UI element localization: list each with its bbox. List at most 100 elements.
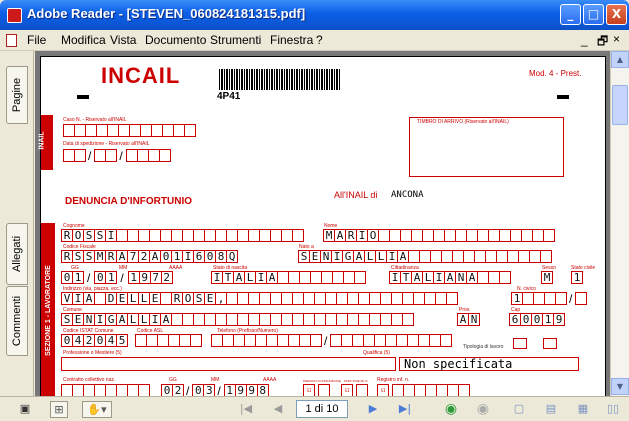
- sezione-label: SEZIONE 1 - LAVORATORE: [44, 265, 52, 356]
- tab-commenti[interactable]: Commenti: [6, 286, 28, 356]
- tab-allegati[interactable]: Allegati: [6, 223, 28, 285]
- contratto-label: Contratto collettivo naz.: [63, 377, 116, 383]
- professione-field: [61, 357, 396, 371]
- nome-cells: MARIO: [323, 229, 555, 242]
- assunzione-mm-label: MM: [211, 377, 220, 383]
- tipologia-box-2: [543, 338, 557, 349]
- istat-cells: 042045: [61, 334, 128, 347]
- contratto-cells: [61, 384, 150, 396]
- assunzione-gg-label: GG: [169, 377, 177, 383]
- periodo-cells: SI: [303, 384, 330, 396]
- go-forward-icon[interactable]: ◉: [474, 401, 492, 418]
- part-time-si: SI: [341, 384, 353, 396]
- registration-mark: [77, 95, 89, 99]
- hand-tool-icon[interactable]: ✋▾: [82, 401, 112, 418]
- model-number: Mod. 4 - Prest.: [529, 69, 582, 78]
- cf-cells: RSSMRA72A01I608Q: [61, 250, 238, 263]
- page-number-field[interactable]: 1 di 10: [296, 400, 348, 418]
- tab-pagine-label: Pagine: [11, 77, 23, 113]
- sesso-cell: M: [541, 271, 553, 284]
- cap-cells: 60019: [509, 313, 565, 326]
- periodo-label: PERIODO DI ASSUNZIONE: [303, 379, 341, 383]
- caso-label: Caso N. - Riservato all'INAIL: [63, 117, 127, 123]
- doc-restore-button[interactable]: 🗗: [597, 32, 608, 53]
- telefono-cells: /: [211, 334, 453, 348]
- menu-strumenti[interactable]: Strumenti: [210, 33, 261, 47]
- inail-side-label: INAIL: [38, 131, 46, 150]
- maximize-button[interactable]: □: [583, 4, 604, 25]
- data-spedizione-cells: / /: [63, 149, 171, 163]
- pdf-page: INCAIL 4P41 Mod. 4 - Prest. INAIL Caso N…: [38, 56, 606, 396]
- page-layout-icon[interactable]: ▣: [16, 401, 34, 418]
- continuous-icon[interactable]: ▤: [542, 401, 560, 418]
- adobe-reader-icon: [7, 8, 22, 23]
- close-button[interactable]: X: [606, 4, 627, 25]
- nascita-cells: 0 1/0 1/1 9 7 2: [61, 271, 173, 285]
- menu-vista[interactable]: Vista: [110, 33, 136, 47]
- document-view[interactable]: INCAIL 4P41 Mod. 4 - Prest. INAIL Caso N…: [35, 51, 610, 396]
- first-page-icon[interactable]: |◀: [237, 401, 255, 418]
- data-spedizione-label: Data di spedizione - Riservato all'INAIL: [63, 141, 150, 147]
- tipologia-box-1: [513, 338, 527, 349]
- tipologia-label: Tipologia di lavoro: [463, 344, 504, 350]
- prov-cells: AN: [457, 313, 480, 326]
- cognome-cells: ROSSI: [61, 229, 304, 242]
- acrobat-window: Adobe Reader - [STEVEN_060824181315.pdf]…: [0, 0, 629, 421]
- comune-cells: SENIGALLIA: [61, 313, 414, 326]
- cittadinanza-cells: ITALIANA: [389, 271, 511, 284]
- sede-value: ANCONA: [391, 190, 424, 200]
- qualifica-label: Qualifica (5): [363, 350, 390, 356]
- timbro-box: [409, 117, 564, 177]
- denuncia-title: DENUNCIA D'INFORTUNIO: [65, 196, 193, 207]
- barcode: [219, 69, 341, 90]
- continuous-facing-icon[interactable]: ▦: [574, 401, 592, 418]
- scroll-thumb[interactable]: [612, 85, 628, 125]
- facing-icon[interactable]: ▯▯: [604, 401, 622, 418]
- go-back-icon[interactable]: ◉: [442, 401, 460, 418]
- page-view-icon[interactable]: ⊞: [50, 401, 68, 418]
- menu-finestra[interactable]: Finestra: [270, 33, 313, 47]
- title-bar[interactable]: Adobe Reader - [STEVEN_060824181315.pdf]…: [0, 0, 629, 30]
- all-inail-label: All'INAIL di: [334, 190, 378, 200]
- window-title: Adobe Reader - [STEVEN_060824181315.pdf]: [27, 6, 306, 21]
- qualifica-value: Non specificata: [404, 357, 513, 371]
- nato-cells: SENIGALLIA: [298, 250, 552, 263]
- previous-page-icon[interactable]: ◀: [269, 401, 287, 418]
- assunzione-cells: 0 2/0 3/1 9 9 8: [161, 384, 269, 396]
- tab-pagine[interactable]: Pagine: [6, 66, 28, 124]
- doc-close-button[interactable]: ×: [613, 32, 620, 46]
- barcode-text: 4P41: [217, 91, 241, 102]
- periodo-si: SI: [303, 384, 315, 396]
- pdf-document-icon[interactable]: [6, 34, 17, 47]
- stato-civile-cell: 1: [571, 271, 583, 284]
- civico-cells: 1/: [511, 292, 588, 306]
- caso-cells: [63, 124, 196, 137]
- scroll-down-button[interactable]: ▼: [611, 378, 629, 395]
- vertical-scrollbar[interactable]: ▲ ▼: [610, 51, 629, 396]
- registro-label: Registro inf. n.: [377, 377, 410, 383]
- menu-help[interactable]: ?: [316, 33, 323, 47]
- menu-documento[interactable]: Documento: [145, 33, 206, 47]
- menu-bar: File Modifica Vista Documento Strumenti …: [0, 30, 629, 51]
- timbro-label: TIMBRO DI ARRIVO (Riservato all'INAIL): [417, 119, 509, 125]
- scroll-up-button[interactable]: ▲: [611, 51, 629, 68]
- menu-modifica[interactable]: Modifica: [61, 33, 106, 47]
- part-time-label: PART-TIME (8) %: [344, 379, 368, 383]
- doc-minimize-button[interactable]: _: [581, 33, 588, 47]
- minimize-button[interactable]: _: [560, 4, 581, 25]
- part-time-cells: SI: [341, 384, 368, 396]
- last-page-icon[interactable]: ▶|: [396, 401, 414, 418]
- single-page-icon[interactable]: ▢: [510, 401, 528, 418]
- next-page-icon[interactable]: ▶: [364, 401, 382, 418]
- menu-file[interactable]: File: [27, 33, 46, 47]
- navigation-pane: Pagine Allegati Commenti: [0, 51, 34, 396]
- inail-logo: INCAIL: [101, 63, 181, 88]
- registro-cells: SI: [377, 384, 470, 396]
- stato-cells: ITALIA: [211, 271, 366, 284]
- assunzione-aaaa-label: AAAA: [263, 377, 277, 383]
- registro-si: SI: [377, 384, 389, 396]
- indirizzo-cells: VIADELLEROSE,: [61, 292, 458, 305]
- tab-commenti-label: Commenti: [11, 295, 23, 347]
- tab-allegati-label: Allegati: [11, 235, 23, 273]
- asl-cells: [135, 334, 202, 347]
